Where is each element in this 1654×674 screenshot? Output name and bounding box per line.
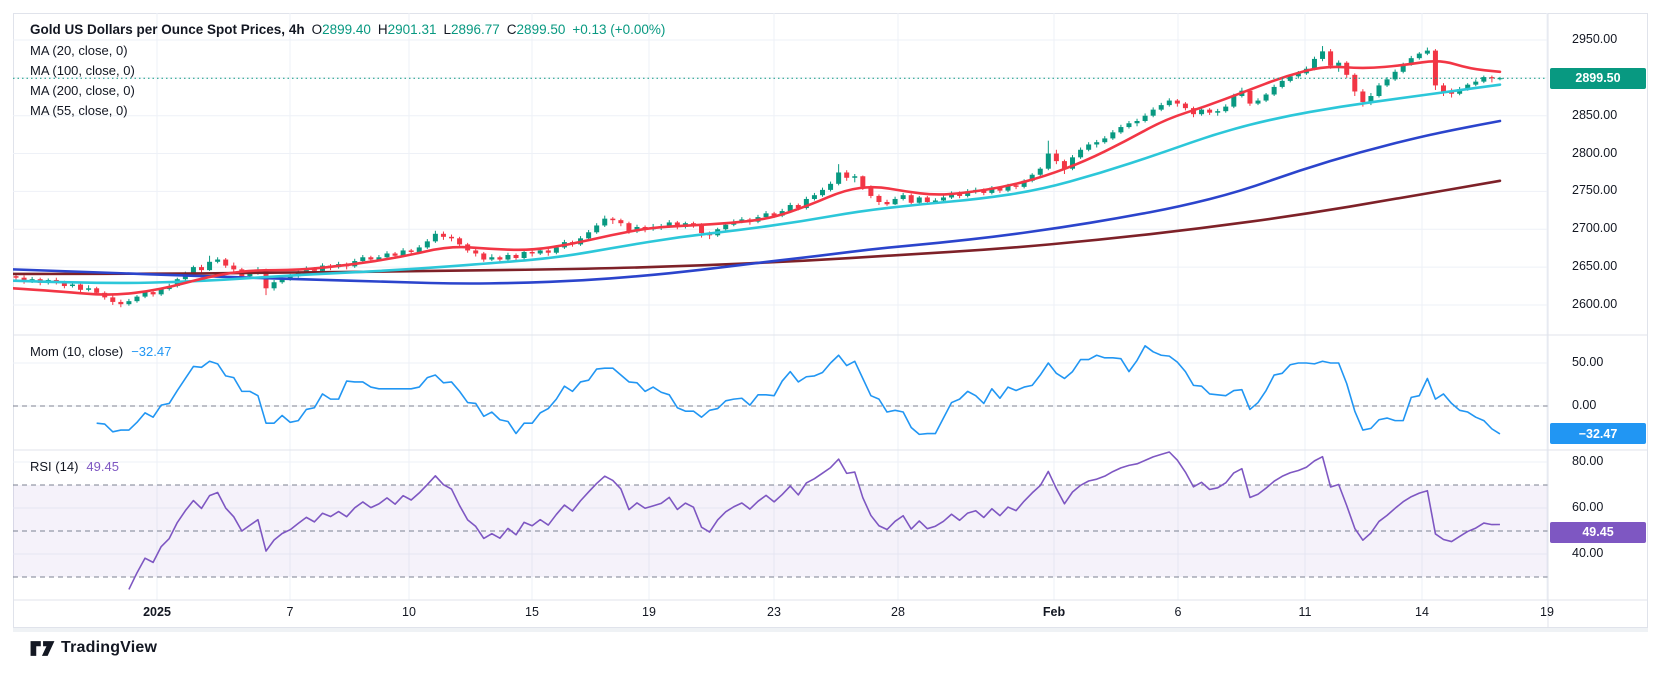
- rsi-axis-label: 60.00: [1572, 500, 1603, 514]
- rsi-axis-label: 40.00: [1572, 546, 1603, 560]
- low-value: 2896.77: [451, 22, 500, 37]
- time-axis-label: 6: [1175, 605, 1182, 619]
- tradingview-brand-text: TradingView: [61, 639, 157, 657]
- symbol-title-row[interactable]: Gold US Dollars per Ounce Spot Prices, 4…: [30, 22, 665, 37]
- change-value: +0.13 (+0.00%): [572, 22, 665, 37]
- ma-legend-item[interactable]: MA (100, close, 0): [30, 63, 135, 78]
- symbol-title: Gold US Dollars per Ounce Spot Prices, 4…: [30, 22, 305, 37]
- time-axis-label: 19: [642, 605, 656, 619]
- time-axis-label: 10: [402, 605, 416, 619]
- ma-legend-item[interactable]: MA (55, close, 0): [30, 103, 128, 118]
- price-axis-label: 2850.00: [1572, 108, 1617, 122]
- time-axis-label: 19: [1540, 605, 1554, 619]
- time-axis-label: 11: [1299, 605, 1312, 619]
- time-axis-label: Feb: [1043, 605, 1065, 619]
- high-value: 2901.31: [388, 22, 437, 37]
- close-value: 2899.50: [517, 22, 566, 37]
- tradingview-chart-widget: Gold US Dollars per Ounce Spot Prices, 4…: [0, 0, 1654, 674]
- rsi-value: 49.45: [86, 459, 119, 474]
- time-axis-label: 14: [1415, 605, 1429, 619]
- time-axis-label: 23: [767, 605, 781, 619]
- momentum-value: −32.47: [131, 344, 171, 359]
- price-axis-label: 2800.00: [1572, 146, 1617, 160]
- close-label: C: [507, 22, 517, 37]
- price-axis-label: 2650.00: [1572, 259, 1617, 273]
- rsi-axis-label: 80.00: [1572, 454, 1603, 468]
- price-axis-label: 2600.00: [1572, 297, 1617, 311]
- chart-plot-area[interactable]: [0, 0, 1654, 674]
- rsi-legend[interactable]: RSI (14) 49.45: [30, 459, 119, 474]
- time-axis-label: 28: [891, 605, 905, 619]
- tradingview-attribution[interactable]: TradingView: [30, 639, 157, 657]
- momentum-label: Mom (10, close): [30, 344, 123, 359]
- time-axis-label: 7: [287, 605, 294, 619]
- low-label: L: [443, 22, 451, 37]
- rsi-label: RSI (14): [30, 459, 78, 474]
- price-axis-label: 2700.00: [1572, 221, 1617, 235]
- momentum-value-badge: −32.47: [1550, 423, 1646, 444]
- mom-axis-label: 50.00: [1572, 355, 1603, 369]
- momentum-legend[interactable]: Mom (10, close) −32.47: [30, 344, 171, 359]
- time-axis-label: 15: [525, 605, 539, 619]
- price-axis-label: 2750.00: [1572, 183, 1617, 197]
- last-price-badge: 2899.50: [1550, 68, 1646, 89]
- price-axis-label: 2950.00: [1572, 32, 1617, 46]
- time-axis-label: 2025: [143, 605, 171, 619]
- mom-axis-label: 0.00: [1572, 398, 1596, 412]
- ma-legend-item[interactable]: MA (200, close, 0): [30, 83, 135, 98]
- ma-legend-item[interactable]: MA (20, close, 0): [30, 43, 128, 58]
- rsi-value-badge: 49.45: [1550, 522, 1646, 543]
- open-value: 2899.40: [322, 22, 371, 37]
- tradingview-logo-icon: [30, 640, 55, 657]
- open-label: O: [312, 22, 323, 37]
- high-label: H: [378, 22, 388, 37]
